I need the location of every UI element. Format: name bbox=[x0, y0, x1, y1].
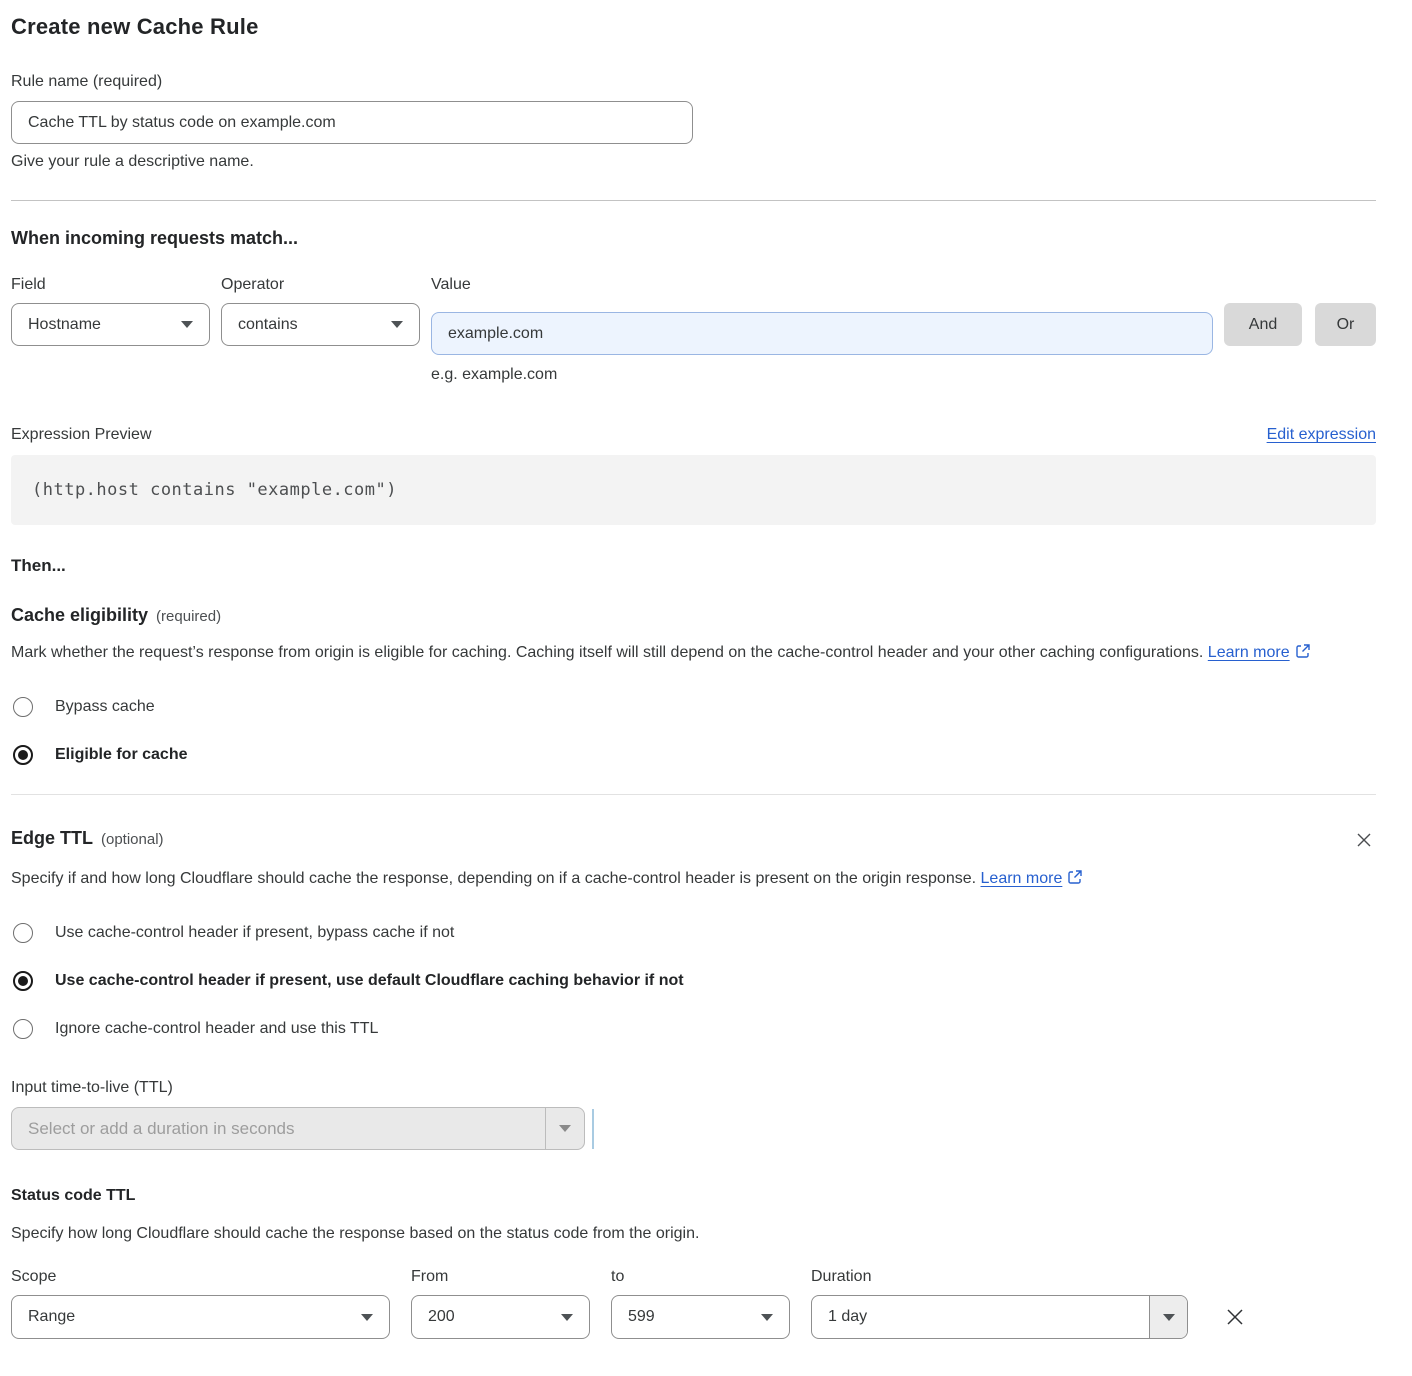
duration-label: Duration bbox=[811, 1268, 1188, 1286]
bypass-cache-label: Bypass cache bbox=[55, 698, 155, 716]
cache-eligibility-heading: Cache eligibility bbox=[11, 605, 148, 625]
status-code-ttl-description: Specify how long Cloudflare should cache… bbox=[11, 1220, 1351, 1248]
from-label: From bbox=[411, 1268, 590, 1286]
edge-ttl-option-default-label: Use cache-control header if present, use… bbox=[55, 972, 684, 990]
expression-code: (http.host contains "example.com") bbox=[32, 480, 397, 500]
field-column: Field Hostname bbox=[11, 276, 210, 346]
duration-select-value: 1 day bbox=[812, 1296, 1149, 1338]
learn-more-link[interactable]: Learn more bbox=[1208, 644, 1290, 661]
edge-ttl-option-bypass[interactable]: Use cache-control header if present, byp… bbox=[11, 923, 1376, 943]
cache-eligibility-heading-row: Cache eligibility (required) bbox=[11, 605, 1376, 626]
or-button[interactable]: Or bbox=[1315, 303, 1376, 346]
edge-ttl-description-text: Specify if and how long Cloudflare shoul… bbox=[11, 870, 981, 887]
scope-column: Scope Range bbox=[11, 1268, 390, 1339]
chevron-down-icon bbox=[391, 321, 403, 328]
edge-ttl-heading: Edge TTL bbox=[11, 828, 93, 848]
close-icon bbox=[1223, 1317, 1247, 1332]
rule-name-label: Rule name (required) bbox=[11, 73, 1376, 91]
edge-ttl-heading-row: Edge TTL (optional) bbox=[11, 828, 1376, 852]
text-cursor bbox=[592, 1109, 594, 1149]
to-select-value: 599 bbox=[628, 1308, 655, 1326]
radio-selected-icon[interactable] bbox=[13, 745, 33, 765]
external-link-icon bbox=[1067, 867, 1083, 895]
operator-column: Operator contains bbox=[221, 276, 420, 346]
match-section-heading: When incoming requests match... bbox=[11, 228, 1376, 249]
learn-more-link[interactable]: Learn more bbox=[981, 870, 1063, 887]
radio-selected-icon[interactable] bbox=[13, 971, 33, 991]
bypass-cache-option[interactable]: Bypass cache bbox=[11, 697, 1376, 717]
expression-preview-header: Expression Preview Edit expression bbox=[11, 426, 1376, 444]
ttl-input-label: Input time-to-live (TTL) bbox=[11, 1079, 1376, 1097]
to-select[interactable]: 599 bbox=[611, 1295, 790, 1339]
page-title: Create new Cache Rule bbox=[11, 14, 1376, 40]
field-label: Field bbox=[11, 276, 210, 294]
ttl-duration-select[interactable]: Select or add a duration in seconds bbox=[11, 1107, 585, 1150]
to-column: to 599 bbox=[611, 1268, 790, 1339]
from-select-value: 200 bbox=[428, 1308, 455, 1326]
match-controls-row: Field Hostname Operator contains Value e… bbox=[11, 276, 1376, 384]
value-label: Value bbox=[431, 276, 1213, 294]
chevron-down-icon bbox=[761, 1314, 773, 1321]
edge-ttl-option-ignore[interactable]: Ignore cache-control header and use this… bbox=[11, 1019, 1376, 1039]
cache-eligibility-description: Mark whether the request’s response from… bbox=[11, 639, 1351, 669]
expression-preview-box: (http.host contains "example.com") bbox=[11, 455, 1376, 525]
duration-column: Duration 1 day bbox=[811, 1268, 1188, 1339]
edge-ttl-option-default[interactable]: Use cache-control header if present, use… bbox=[11, 971, 1376, 991]
edge-ttl-description: Specify if and how long Cloudflare shoul… bbox=[11, 865, 1116, 895]
then-heading: Then... bbox=[11, 556, 1376, 576]
value-input[interactable] bbox=[431, 312, 1213, 355]
close-icon bbox=[1354, 838, 1374, 853]
edge-ttl-qualifier: (optional) bbox=[101, 831, 164, 848]
edit-expression-link[interactable]: Edit expression bbox=[1267, 426, 1376, 444]
field-select-value: Hostname bbox=[28, 316, 101, 334]
chevron-down-icon bbox=[361, 1314, 373, 1321]
scope-select-value: Range bbox=[28, 1308, 75, 1326]
operator-label: Operator bbox=[221, 276, 420, 294]
eligible-for-cache-option[interactable]: Eligible for cache bbox=[11, 745, 1376, 765]
field-select[interactable]: Hostname bbox=[11, 303, 210, 346]
external-link-icon bbox=[1295, 641, 1311, 669]
ttl-duration-arrow-button[interactable] bbox=[545, 1108, 584, 1149]
cache-eligibility-qualifier: (required) bbox=[156, 608, 221, 625]
edge-ttl-option-ignore-label: Ignore cache-control header and use this… bbox=[55, 1020, 378, 1038]
chevron-down-icon bbox=[1163, 1314, 1175, 1321]
or-column: Or bbox=[1313, 276, 1376, 346]
and-button[interactable]: And bbox=[1224, 303, 1302, 346]
from-select[interactable]: 200 bbox=[411, 1295, 590, 1339]
ttl-combo-row: Select or add a duration in seconds bbox=[11, 1107, 1376, 1150]
section-divider bbox=[11, 200, 1376, 201]
section-divider bbox=[11, 794, 1376, 795]
and-column: And bbox=[1224, 276, 1302, 346]
rule-name-help: Give your rule a descriptive name. bbox=[11, 153, 1376, 171]
scope-label: Scope bbox=[11, 1268, 390, 1286]
close-edge-ttl-button[interactable] bbox=[1352, 828, 1376, 852]
cache-eligibility-description-text: Mark whether the request’s response from… bbox=[11, 644, 1208, 661]
duration-select[interactable]: 1 day bbox=[811, 1295, 1188, 1339]
status-code-ttl-row: Scope Range From 200 to 599 Duration 1 d… bbox=[11, 1268, 1376, 1339]
chevron-down-icon bbox=[181, 321, 193, 328]
ttl-duration-placeholder: Select or add a duration in seconds bbox=[12, 1108, 545, 1149]
expression-preview-label: Expression Preview bbox=[11, 426, 152, 444]
value-help: e.g. example.com bbox=[431, 366, 1213, 384]
operator-select-value: contains bbox=[238, 316, 298, 334]
chevron-down-icon bbox=[561, 1314, 573, 1321]
value-column: Value e.g. example.com bbox=[431, 276, 1213, 384]
duration-arrow-button[interactable] bbox=[1149, 1296, 1187, 1338]
status-code-ttl-heading: Status code TTL bbox=[11, 1187, 1376, 1205]
create-cache-rule-form: Create new Cache Rule Rule name (require… bbox=[0, 0, 1412, 1359]
to-label: to bbox=[611, 1268, 790, 1286]
operator-select[interactable]: contains bbox=[221, 303, 420, 346]
rule-name-input[interactable] bbox=[11, 101, 693, 144]
eligible-for-cache-label: Eligible for cache bbox=[55, 746, 187, 764]
chevron-down-icon bbox=[559, 1125, 571, 1132]
radio-unselected-icon[interactable] bbox=[13, 1019, 33, 1039]
scope-select[interactable]: Range bbox=[11, 1295, 390, 1339]
radio-unselected-icon[interactable] bbox=[13, 923, 33, 943]
remove-status-row-button[interactable] bbox=[1221, 1303, 1249, 1331]
edge-ttl-option-bypass-label: Use cache-control header if present, byp… bbox=[55, 924, 454, 942]
from-column: From 200 bbox=[411, 1268, 590, 1339]
radio-unselected-icon[interactable] bbox=[13, 697, 33, 717]
